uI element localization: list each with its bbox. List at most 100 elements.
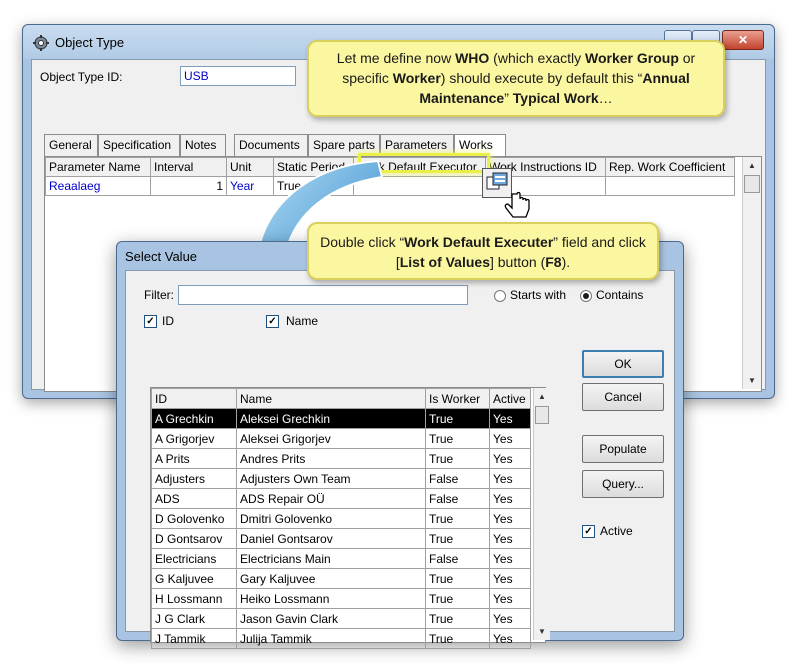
object-type-id-label: Object Type ID: xyxy=(40,70,123,84)
scroll-down-icon[interactable]: ▼ xyxy=(534,627,550,636)
cell-is-worker[interactable]: False xyxy=(425,548,490,569)
cell-name[interactable]: Adjusters Own Team xyxy=(236,468,426,489)
cell-active[interactable]: Yes xyxy=(489,448,531,469)
scroll-up-icon[interactable]: ▲ xyxy=(534,392,550,401)
active-checkbox[interactable]: ✓ xyxy=(582,525,595,538)
cell-name[interactable]: Aleksei Grigorjev xyxy=(236,428,426,449)
col-parameter-name[interactable]: Parameter Name xyxy=(45,157,151,177)
cell-active[interactable]: Yes xyxy=(489,508,531,529)
cell-id[interactable]: H Lossmann xyxy=(151,588,237,609)
query-button[interactable]: Query... xyxy=(582,470,664,498)
scroll-thumb[interactable] xyxy=(744,175,760,193)
cell-name[interactable]: ADS Repair OÜ xyxy=(236,488,426,509)
cell-name[interactable]: Julija Tammik xyxy=(236,628,426,649)
list-item[interactable]: A Prits Andres Prits True Yes xyxy=(151,448,531,469)
cell-active[interactable]: Yes xyxy=(489,408,531,429)
app-gear-icon xyxy=(33,35,49,51)
cell-is-worker[interactable]: False xyxy=(425,488,490,509)
cell-rep-work-coefficient[interactable] xyxy=(605,176,735,196)
cell-id[interactable]: J G Clark xyxy=(151,608,237,629)
contains-radio[interactable] xyxy=(580,290,592,302)
cell-active[interactable]: Yes xyxy=(489,548,531,569)
cell-name[interactable]: Dmitri Golovenko xyxy=(236,508,426,529)
starts-with-label: Starts with xyxy=(510,288,567,302)
col-name[interactable]: Name xyxy=(236,388,426,409)
list-item[interactable]: H Lossmann Heiko Lossmann True Yes xyxy=(151,588,531,609)
tab-specification[interactable]: Specification xyxy=(98,134,180,156)
starts-with-radio[interactable] xyxy=(494,290,506,302)
cell-active[interactable]: Yes xyxy=(489,608,531,629)
cell-active[interactable]: Yes xyxy=(489,568,531,589)
cell-id[interactable]: Adjusters xyxy=(151,468,237,489)
close-button[interactable]: ✕ xyxy=(722,30,764,50)
tab-documents[interactable]: Documents xyxy=(234,134,308,156)
scroll-up-icon[interactable]: ▲ xyxy=(743,161,761,170)
list-item[interactable]: D Gontsarov Daniel Gontsarov True Yes xyxy=(151,528,531,549)
cell-name[interactable]: Electricians Main xyxy=(236,548,426,569)
populate-button[interactable]: Populate xyxy=(582,435,664,463)
cell-id[interactable]: A Prits xyxy=(151,448,237,469)
id-checkbox[interactable]: ✓ xyxy=(144,315,157,328)
name-checkbox[interactable]: ✓ xyxy=(266,315,279,328)
cell-is-worker[interactable]: True xyxy=(425,408,490,429)
cell-name[interactable]: Aleksei Grechkin xyxy=(236,408,426,429)
ok-button[interactable]: OK xyxy=(582,350,664,378)
cell-is-worker[interactable]: True xyxy=(425,568,490,589)
list-item[interactable]: ADS ADS Repair OÜ False Yes xyxy=(151,488,531,509)
values-list-scrollbar[interactable]: ▲ ▼ xyxy=(533,388,550,640)
list-item[interactable]: Electricians Electricians Main False Yes xyxy=(151,548,531,569)
object-type-id-field[interactable]: USB xyxy=(180,66,296,86)
cell-active[interactable]: Yes xyxy=(489,628,531,649)
values-header-row: ID Name Is Worker Active xyxy=(151,388,531,409)
cell-active[interactable]: Yes xyxy=(489,488,531,509)
cell-id[interactable]: J Tammik xyxy=(151,628,237,649)
col-active[interactable]: Active xyxy=(489,388,531,409)
col-is-worker[interactable]: Is Worker xyxy=(425,388,490,409)
name-check-label: Name xyxy=(286,314,319,328)
cell-is-worker[interactable]: True xyxy=(425,528,490,549)
cell-id[interactable]: G Kaljuvee xyxy=(151,568,237,589)
cell-active[interactable]: Yes xyxy=(489,428,531,449)
list-item[interactable]: A Grigorjev Aleksei Grigorjev True Yes xyxy=(151,428,531,449)
scroll-thumb[interactable] xyxy=(535,406,549,424)
list-item[interactable]: J G Clark Jason Gavin Clark True Yes xyxy=(151,608,531,629)
list-item[interactable]: J Tammik Julija Tammik True Yes xyxy=(151,628,531,649)
cell-active[interactable]: Yes xyxy=(489,468,531,489)
cell-name[interactable]: Gary Kaljuvee xyxy=(236,568,426,589)
cell-is-worker[interactable]: True xyxy=(425,628,490,649)
bottom-callout-text-3: ] button ( xyxy=(489,254,546,270)
tab-general[interactable]: General xyxy=(44,134,98,156)
list-item[interactable]: Adjusters Adjusters Own Team False Yes xyxy=(151,468,531,489)
cell-id[interactable]: D Gontsarov xyxy=(151,528,237,549)
cell-name[interactable]: Daniel Gontsarov xyxy=(236,528,426,549)
cell-parameter-name[interactable]: Reaalaeg xyxy=(45,176,151,196)
cell-is-worker[interactable]: True xyxy=(425,608,490,629)
top-callout-text-5: ” xyxy=(504,90,513,106)
cell-id[interactable]: A Grechkin xyxy=(151,408,237,429)
cancel-button[interactable]: Cancel xyxy=(582,383,664,411)
col-rep-work-coefficient[interactable]: Rep. Work Coefficient xyxy=(605,157,735,177)
table-row[interactable]: Reaalaeg 1 Year True xyxy=(45,176,735,196)
cell-id[interactable]: ADS xyxy=(151,488,237,509)
cell-name[interactable]: Jason Gavin Clark xyxy=(236,608,426,629)
cell-active[interactable]: Yes xyxy=(489,588,531,609)
list-item[interactable]: A Grechkin Aleksei Grechkin True Yes xyxy=(151,408,531,429)
cell-is-worker[interactable]: True xyxy=(425,428,490,449)
cell-is-worker[interactable]: True xyxy=(425,508,490,529)
filter-input[interactable] xyxy=(178,285,468,305)
works-grid-scrollbar[interactable]: ▲ ▼ xyxy=(742,157,761,389)
cell-name[interactable]: Heiko Lossmann xyxy=(236,588,426,609)
scroll-down-icon[interactable]: ▼ xyxy=(743,376,761,385)
list-item[interactable]: D Golovenko Dmitri Golovenko True Yes xyxy=(151,508,531,529)
cell-id[interactable]: A Grigorjev xyxy=(151,428,237,449)
list-item[interactable]: G Kaljuvee Gary Kaljuvee True Yes xyxy=(151,568,531,589)
cell-is-worker[interactable]: True xyxy=(425,448,490,469)
col-id[interactable]: ID xyxy=(151,388,237,409)
cell-id[interactable]: D Golovenko xyxy=(151,508,237,529)
cell-active[interactable]: Yes xyxy=(489,528,531,549)
cell-id[interactable]: Electricians xyxy=(151,548,237,569)
cell-is-worker[interactable]: True xyxy=(425,588,490,609)
tab-notes[interactable]: Notes xyxy=(180,134,226,156)
cell-name[interactable]: Andres Prits xyxy=(236,448,426,469)
cell-is-worker[interactable]: False xyxy=(425,468,490,489)
